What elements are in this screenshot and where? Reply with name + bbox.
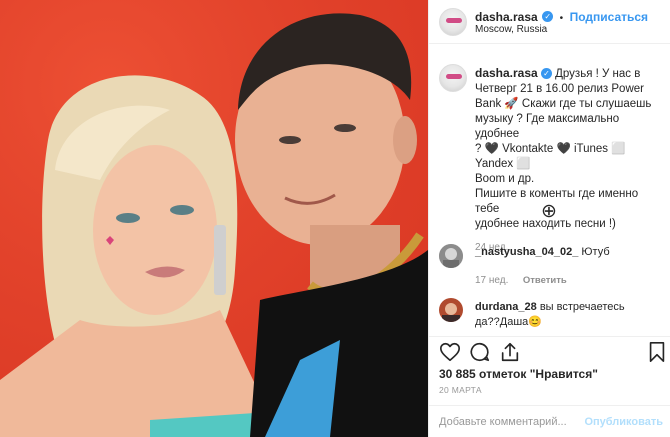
publish-button[interactable]: Опубликовать — [584, 416, 663, 428]
comment-icon[interactable] — [469, 341, 491, 363]
bookmark-icon[interactable] — [647, 341, 667, 363]
post-date[interactable]: 20 МАРТА — [439, 385, 482, 395]
post-sidebar: dasha.rasa ✓ • Подписаться Moscow, Russi… — [428, 0, 670, 437]
share-icon[interactable] — [499, 341, 521, 363]
caption-text-line-4: музыку ? Где максимально удобнее — [475, 113, 620, 140]
caption-text-line-8: удобнее находить песни !) — [475, 218, 616, 230]
caption-text-line-5: ? 🖤 Vkontakte 🖤 iTunes ⬜ Yandex ⬜ — [475, 143, 626, 170]
header-username[interactable]: dasha.rasa — [475, 10, 538, 24]
caption-username[interactable]: dasha.rasa — [475, 66, 538, 80]
caption-line-1: dasha.rasa ✓ Друзья ! У нас в — [475, 66, 665, 82]
follow-button[interactable]: Подписаться — [570, 10, 648, 24]
verified-badge-icon: ✓ — [542, 11, 554, 23]
comment-item-1: _nastyusha_04_02_ Ютуб — [475, 246, 665, 258]
header-separator: • — [559, 13, 564, 24]
comment-username[interactable]: durdana_28 — [475, 301, 537, 313]
heart-icon[interactable] — [439, 341, 461, 363]
comments-list[interactable]: dasha.rasa ✓ Друзья ! У нас в Четверг 21… — [429, 44, 670, 336]
account-avatar[interactable] — [439, 8, 467, 36]
load-more-comments-button plus-circle-icon[interactable]: ⊕ — [539, 202, 559, 222]
comment-item-2: durdana_28 вы встречаетесь да??Даша😊 — [475, 300, 665, 330]
caption-text-line-7: Пишите в коменты где именно тебе — [475, 188, 639, 215]
add-comment-bar: Добавьте комментарий... Опубликовать — [429, 405, 670, 437]
verified-badge-icon: ✓ — [540, 68, 552, 80]
comment-avatar-image — [439, 298, 463, 322]
comment-age[interactable]: 17 нед. — [475, 275, 508, 286]
post-actions: 30 885 отметок "Нравится" 20 МАРТА — [429, 336, 670, 400]
location-link[interactable]: Moscow, Russia — [475, 24, 547, 35]
comment-1-meta: 17 нед. Ответить — [475, 270, 567, 288]
post-photo-illustration — [0, 0, 428, 437]
comment-text: вы встречаетесь — [539, 301, 625, 313]
post-header: dasha.rasa ✓ • Подписаться Moscow, Russi… — [429, 0, 670, 44]
caption: dasha.rasa ✓ Друзья ! У нас в Четверг 21… — [475, 66, 665, 253]
caption-text-line-1: Друзья ! У нас в — [555, 68, 641, 80]
caption-text-line-6: Boom и др. — [475, 173, 535, 185]
likes-count[interactable]: 30 885 отметок "Нравится" — [439, 367, 598, 381]
comment-avatar[interactable] — [439, 244, 463, 268]
comment-text: Ютуб — [581, 246, 610, 258]
caption-text-line-3: Bank 🚀 Скажи где ты слушаешь — [475, 98, 652, 110]
caption-avatar[interactable] — [439, 64, 467, 92]
comment-username[interactable]: _nastyusha_04_02_ — [475, 246, 578, 258]
comment-avatar-image — [439, 244, 463, 268]
add-comment-input[interactable]: Добавьте комментарий... — [439, 416, 567, 428]
caption-text-line-2: Четверг 21 в 16.00 релиз Power — [475, 83, 644, 95]
post-photo[interactable] — [0, 0, 428, 437]
comment-text-continued: да??Даша😊 — [475, 316, 542, 328]
reply-button[interactable]: Ответить — [523, 275, 567, 286]
comment-avatar[interactable] — [439, 298, 463, 322]
